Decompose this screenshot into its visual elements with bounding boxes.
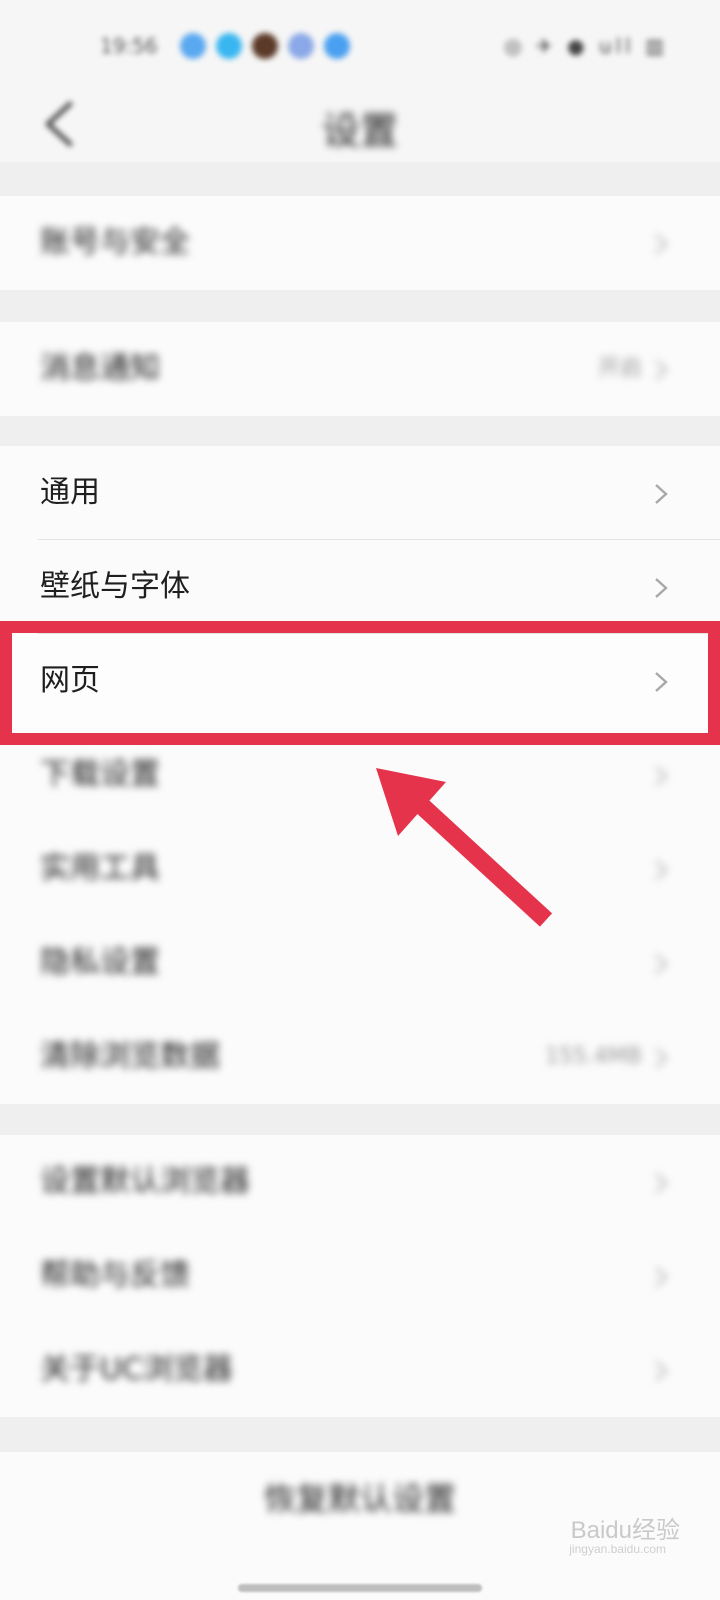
- row-label: 壁纸与字体: [40, 569, 190, 604]
- row-value: 开启: [597, 356, 642, 381]
- notification-icon: [252, 33, 278, 59]
- row-label: 消息通知: [40, 351, 160, 386]
- watermark-url: jingyan.baidu.com: [569, 1542, 666, 1556]
- settings-row-clear-data[interactable]: 清除浏览数据 155.4MB: [0, 1010, 720, 1104]
- chevron-right-icon: [655, 234, 668, 254]
- watermark-brand: Baidu经验: [570, 1517, 680, 1544]
- notification-icon: [216, 33, 242, 59]
- page-title: 设置: [321, 109, 398, 153]
- row-label: 账号与安全: [40, 225, 190, 260]
- pointer-arrow-icon: [376, 768, 553, 927]
- row-label: 设置默认浏览器: [40, 1164, 250, 1199]
- nav-bar: 设置: [0, 86, 720, 162]
- row-label: 网页: [40, 663, 100, 698]
- row-label: 帮助与反馈: [40, 1258, 190, 1293]
- chevron-right-icon: [655, 860, 668, 880]
- settings-group-account: 账号与安全: [0, 196, 720, 290]
- notification-icon: [324, 33, 350, 59]
- row-value: 155.4MB: [544, 1044, 642, 1069]
- notification-icon: [288, 33, 314, 59]
- chevron-right-icon: [655, 360, 668, 380]
- row-label: 关于UC浏览器: [40, 1352, 233, 1387]
- settings-group-notifications: 消息通知 开启: [0, 322, 720, 416]
- status-bar: 19:56 ◎ ✈ ● ull ▥: [0, 0, 720, 86]
- chevron-right-icon: [655, 1361, 668, 1381]
- status-time: 19:56: [100, 34, 158, 58]
- settings-page: 19:56 ◎ ✈ ● ull ▥ 设置 账号与安全 消息通知 开启 通用 壁纸…: [0, 0, 720, 1600]
- notification-icons: [180, 33, 350, 59]
- settings-row-account-security[interactable]: 账号与安全: [0, 196, 720, 290]
- status-right-icons: ◎ ✈ ● ull ▥: [504, 34, 668, 58]
- chevron-right-icon: [655, 1048, 668, 1068]
- settings-row-notifications[interactable]: 消息通知 开启: [0, 322, 720, 416]
- chevron-right-icon: [655, 1173, 668, 1193]
- settings-row-about[interactable]: 关于UC浏览器: [0, 1323, 720, 1417]
- row-label: 下载设置: [40, 757, 160, 792]
- chevron-right-icon: [655, 766, 668, 786]
- chevron-right-icon: [655, 672, 668, 692]
- chevron-right-icon: [655, 954, 668, 974]
- settings-row-help-feedback[interactable]: 帮助与反馈: [0, 1229, 720, 1323]
- settings-row-wallpaper-font[interactable]: 壁纸与字体: [0, 540, 720, 634]
- row-label: 实用工具: [40, 851, 160, 886]
- settings-row-general[interactable]: 通用: [0, 446, 720, 540]
- row-label: 隐私设置: [40, 945, 160, 980]
- settings-row-default-browser[interactable]: 设置默认浏览器: [0, 1135, 720, 1229]
- chevron-right-icon: [655, 578, 668, 598]
- notification-icon: [180, 33, 206, 59]
- home-indicator[interactable]: [238, 1584, 482, 1592]
- row-label: 通用: [40, 475, 100, 510]
- settings-group-about: 设置默认浏览器 帮助与反馈 关于UC浏览器: [0, 1135, 720, 1417]
- row-label: 清除浏览数据: [40, 1039, 220, 1074]
- chevron-right-icon: [655, 484, 668, 504]
- settings-row-webpage[interactable]: 网页: [0, 634, 720, 728]
- chevron-right-icon: [655, 1267, 668, 1287]
